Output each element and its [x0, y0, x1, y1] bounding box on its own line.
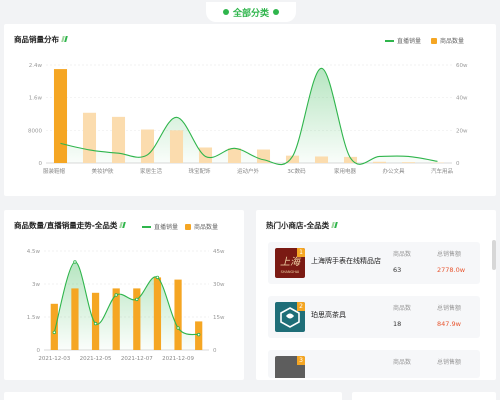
- product-count-bar: [82, 112, 97, 163]
- trend-chart[interactable]: 0 0 1.5w 15w 3w 30w 4.5w 45w 2021-12-03 2021-12-0…: [4, 210, 244, 380]
- sales-distribution-chart[interactable]: 0 0 8000 20w 1.6w 40w 2.4w 60w 服装鞋帽 美妆护肤 家居生活 珠宝配饰 运…: [4, 24, 496, 196]
- bottom-left-card: [4, 392, 342, 400]
- store-name[interactable]: 上海牌手表在线精品店: [311, 256, 381, 266]
- y-tick-label-left: 4.5w: [27, 249, 41, 255]
- live-sales-point: [176, 326, 180, 330]
- product-count-label: 商品数: [393, 251, 412, 258]
- live-sales-point: [114, 293, 118, 297]
- product-count-label: 商品数: [393, 305, 412, 312]
- live-sales-point: [135, 297, 139, 302]
- tab-dot-icon: [273, 9, 279, 15]
- product-count-bar: [71, 288, 79, 350]
- total-sales-value: 847.9w: [437, 320, 461, 328]
- total-sales-label: 总销售额: [437, 305, 462, 312]
- y-tick-label-left: 1.5w: [27, 315, 41, 321]
- live-sales-point: [155, 275, 160, 280]
- y-tick-label-left: 3w: [32, 282, 40, 288]
- y-tick-label-right: 0: [213, 348, 217, 354]
- product-count-bar: [372, 161, 387, 163]
- store-row[interactable]: 上海 SHANGHAI 1 上海牌手表在线精品店 商品数 63 总销售额 277…: [268, 242, 480, 284]
- product-count-label: 商品数: [393, 359, 412, 366]
- product-count-bar: [169, 130, 184, 163]
- product-count-value: 18: [393, 320, 402, 328]
- y-tick-label-right: 40w: [456, 96, 468, 102]
- y-tick-label-right: 15w: [213, 315, 225, 321]
- y-tick-label-left: 0: [39, 161, 43, 167]
- svg-text:上海: 上海: [280, 256, 302, 268]
- hot-stores-title: 热门小商店-全品类: [266, 220, 338, 231]
- x-tick-label: 珠宝配饰: [188, 167, 211, 175]
- product-count-bar: [111, 116, 126, 163]
- title-decoration-icon: [331, 222, 338, 230]
- x-tick-label: 家居生活: [140, 167, 163, 175]
- rank-badge: 3: [297, 356, 305, 365]
- y-tick-label-right: 20w: [456, 128, 468, 134]
- tab-dot-icon: [222, 9, 229, 15]
- live-sales-point: [196, 332, 201, 337]
- svg-text:SHANGHAI: SHANGHAI: [281, 270, 300, 274]
- product-count-bar: [50, 303, 58, 350]
- product-count-bar: [227, 148, 242, 163]
- x-tick-label: 家用电器: [334, 167, 357, 175]
- rank-badge: 1: [297, 248, 305, 257]
- store-row[interactable]: 2 珀思高茶具 商品数 18 总销售额 847.9w: [268, 296, 480, 338]
- product-count-value: 63: [393, 266, 402, 274]
- total-sales-label: 总销售额: [437, 359, 462, 366]
- y-tick-label-right: 30w: [213, 282, 225, 288]
- live-sales-point: [73, 260, 77, 264]
- x-tick-label: 运动户外: [237, 167, 260, 175]
- x-tick-label: 2021-12-03: [38, 356, 70, 362]
- product-count-bar: [140, 129, 155, 163]
- product-count-bar: [314, 156, 329, 163]
- store-logo: 上海 SHANGHAI 1: [275, 248, 305, 278]
- x-tick-label: 服装鞋帽: [43, 167, 66, 175]
- bottom-right-card: [352, 392, 496, 400]
- product-count-bar: [198, 147, 213, 163]
- x-tick-label: 汽车用品: [431, 167, 454, 175]
- live-sales-point: [93, 321, 98, 326]
- trend-card: 商品数量/直播销量走势-全品类 直播销量 商品数量 0 0 1.5w 15w 3w 30w…: [4, 210, 244, 380]
- category-tab[interactable]: 全部分类: [206, 2, 296, 22]
- product-count-bar: [53, 69, 68, 163]
- y-tick-label-left: 0: [37, 348, 41, 354]
- product-count-bar: [401, 162, 416, 163]
- product-count-bar: [174, 279, 182, 350]
- x-tick-label: 2021-12-07: [121, 356, 153, 362]
- total-sales-value: 2778.0w: [437, 266, 466, 274]
- x-tick-label: 2021-12-09: [162, 356, 194, 362]
- sales-distribution-card: 商品销量分布 直播销量 商品数量 0 0 8000 20w 1.6w 40w 2.4w 60w…: [4, 24, 496, 196]
- product-count-bar: [153, 277, 162, 350]
- x-tick-label: 美妆护肤: [91, 167, 114, 175]
- store-list-scrollbar[interactable]: [492, 240, 496, 270]
- total-sales-label: 总销售额: [437, 251, 462, 258]
- hot-stores-title-text: 热门小商店-全品类: [266, 221, 330, 230]
- x-tick-label: 3C数码: [287, 167, 306, 175]
- product-count-bar: [91, 292, 100, 350]
- rank-badge: 2: [297, 302, 305, 311]
- store-name[interactable]: 珀思高茶具: [311, 310, 346, 320]
- live-sales-point: [52, 330, 57, 335]
- store-logo: 3: [275, 356, 305, 378]
- y-tick-label-left: 2.4w: [29, 63, 43, 69]
- y-tick-label-left: 1.6w: [29, 96, 43, 102]
- x-tick-label: 2021-12-05: [80, 356, 112, 362]
- store-logo: 2: [275, 302, 305, 332]
- y-tick-label-right: 0: [456, 161, 460, 167]
- y-tick-label-right: 60w: [456, 63, 468, 69]
- store-row[interactable]: 3 商品数 总销售额: [268, 350, 480, 378]
- y-tick-label-left: 8000: [28, 128, 42, 134]
- y-tick-label-right: 45w: [213, 249, 225, 255]
- category-tab-label: 全部分类: [232, 8, 269, 19]
- x-tick-label: 办公文具: [382, 167, 405, 175]
